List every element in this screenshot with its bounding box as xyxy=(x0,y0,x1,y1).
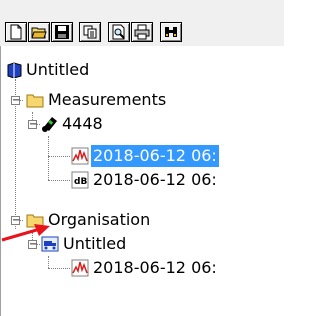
tree-node-measurement[interactable]: 2018-06-12 06: xyxy=(1,145,285,167)
find-button[interactable] xyxy=(160,22,182,42)
toolbar xyxy=(0,0,284,46)
copy-button[interactable] xyxy=(79,22,101,42)
tree-node-measurement[interactable]: dB 2018-06-12 06: xyxy=(1,169,285,191)
tree-node-label: 2018-06-12 06: xyxy=(93,170,217,189)
tree-node-label: Untitled xyxy=(63,234,127,253)
print-button[interactable] xyxy=(131,22,153,42)
tree-node-device-4448[interactable]: − 4448 xyxy=(1,113,285,135)
svg-text:dB: dB xyxy=(74,177,87,187)
new-button[interactable] xyxy=(5,22,27,42)
measurement-graph-icon xyxy=(71,259,89,281)
collapse-toggle[interactable]: − xyxy=(11,96,20,106)
sound-meter-device-icon xyxy=(41,115,59,137)
print-preview-button[interactable] xyxy=(108,22,130,42)
tree-node-label: 2018-06-12 06: xyxy=(93,258,217,277)
measurement-graph-icon xyxy=(71,147,89,169)
tree-node-measurements[interactable]: − Measurements xyxy=(1,89,285,111)
tree-node-label: Measurements xyxy=(48,90,167,109)
save-button[interactable] xyxy=(51,22,73,42)
annotation-arrow-icon xyxy=(1,224,50,242)
tree-node-root[interactable]: Untitled xyxy=(1,59,285,81)
open-button[interactable] xyxy=(28,22,50,42)
tree-node-label: Untitled xyxy=(26,60,90,79)
tree-node-measurement[interactable]: 2018-06-12 06: xyxy=(1,257,285,279)
tree-view[interactable]: Untitled − Measurements − 4448 2018-06-1… xyxy=(0,46,285,316)
collapse-toggle[interactable]: − xyxy=(28,120,37,130)
folder-icon xyxy=(26,92,44,112)
tree-node-label: Organisation xyxy=(48,210,151,229)
tree-node-label: 4448 xyxy=(62,114,103,133)
document-book-icon xyxy=(7,62,23,82)
tree-node-label: 2018-06-12 06: xyxy=(91,145,219,167)
decibel-icon: dB xyxy=(71,171,89,193)
